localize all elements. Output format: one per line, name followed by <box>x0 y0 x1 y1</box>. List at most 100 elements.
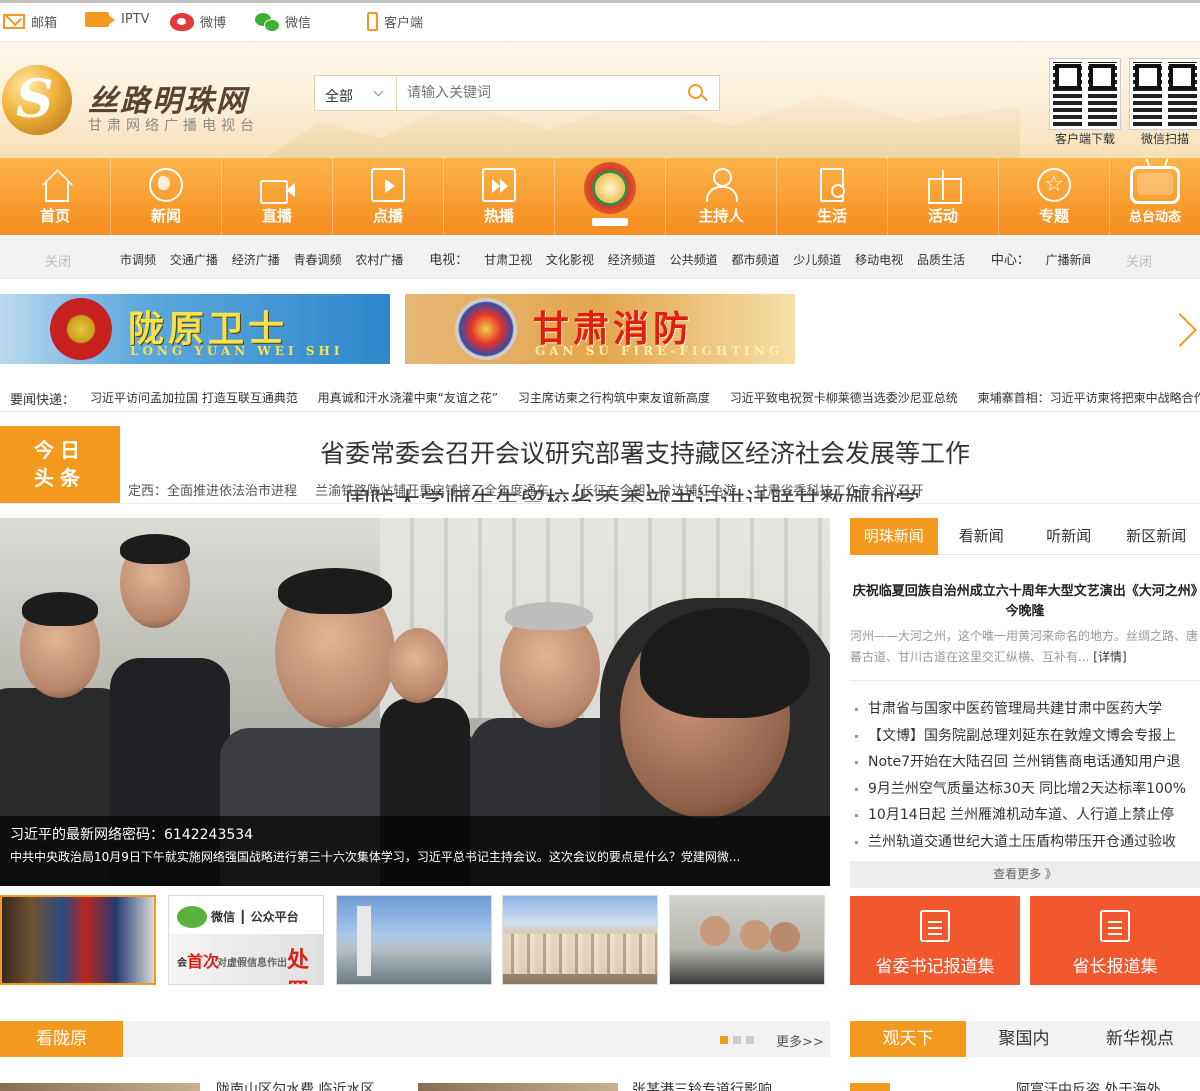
section-longyuan-title[interactable]: 看陇原 <box>0 1021 123 1057</box>
headline-title[interactable]: 省委常委会召开会议研究部署支持藏区经济社会发展等工作 <box>320 434 970 470</box>
nav-life[interactable]: 生活 <box>777 158 888 235</box>
thumbnail-5[interactable] <box>669 895 825 985</box>
quick-news-item[interactable]: 用真诚和汗水浇灌中柬“友谊之花” <box>318 391 514 405</box>
channel-radio-2[interactable]: 交通广播 <box>170 253 228 267</box>
tab-listen-news[interactable]: 听新闻 <box>1025 518 1113 555</box>
thumbnail-1[interactable] <box>0 895 156 985</box>
channel-radio-5[interactable]: 农村广播 <box>355 253 413 267</box>
carousel-dot[interactable] <box>746 1036 754 1044</box>
channel-radio-1[interactable]: 市调频 <box>120 253 166 267</box>
channel-tv-3[interactable]: 经济频道 <box>608 253 666 267</box>
weibo-link[interactable]: 微博 <box>170 12 226 31</box>
nav-gansu-emblem[interactable] <box>555 158 666 235</box>
carousel-dot[interactable] <box>733 1036 741 1044</box>
site-header: S 丝路明珠网 甘肃网络广播电视台 全部 客户端下载 微信扫描 <box>0 42 1200 158</box>
section-thumbnail[interactable] <box>850 1083 890 1091</box>
tab-newarea-news[interactable]: 新区新闻 <box>1113 518 1200 555</box>
mail-link[interactable]: 邮箱 <box>3 12 57 31</box>
quick-news-item[interactable]: 柬埔寨首相：习近平访柬将把柬中战略合作 <box>978 391 1200 405</box>
quick-news-item[interactable]: 习主席访柬之行构筑中柬友谊新高度 <box>518 391 726 405</box>
channel-radio-4[interactable]: 青春调频 <box>294 253 352 267</box>
nav-hot[interactable]: 热播 <box>444 158 555 235</box>
banner-longyuan-weishi[interactable]: 陇原卫士 LONG YUAN WEI SHI <box>0 294 390 364</box>
quick-news-item[interactable]: 习近平访问孟加拉国 打造互联互通典范 <box>90 391 314 405</box>
headline-sub-link[interactable]: 甘肃省委科技工作专会议召开 <box>754 484 937 499</box>
star-icon <box>1037 168 1071 202</box>
channel-close-left-button[interactable]: 关闭 <box>45 251 71 270</box>
nav-home[interactable]: 首页 <box>0 158 111 235</box>
main-slideshow-photo[interactable]: 习近平的最新网络密码：6142243534 中共中央政治局10月9日下午就实施网… <box>0 518 830 886</box>
site-logo[interactable]: S <box>2 65 72 135</box>
channel-tv-5[interactable]: 都市频道 <box>731 253 789 267</box>
headline-sub-link[interactable]: 兰渝铁路陇站辅开重启铺接了全年度通车 <box>315 484 563 499</box>
thumbnail-2[interactable]: 微信 ┃ 公众平台 会 首次 对虚假信息作出 处罚 <box>168 895 324 985</box>
secretary-reports-button[interactable]: 省委书记报道集 <box>850 896 1020 985</box>
gift-icon <box>926 168 962 204</box>
list-item[interactable]: 10月14日起 兰州雁滩机动车道、人行道上禁止停 <box>850 802 1200 829</box>
tab-domestic[interactable]: 聚国内 <box>966 1021 1082 1057</box>
qr-client-label: 客户端下载 <box>1055 132 1116 146</box>
search-input[interactable] <box>397 76 675 110</box>
wechat-link[interactable]: 微信 <box>255 12 311 32</box>
section-more-link[interactable]: 更多>> <box>776 1031 824 1050</box>
feature-news-desc: 河州——大河之州，这个唯一用黄河来命名的地方。丝绸之路、唐蕃古道、甘川古道在这里… <box>850 629 1199 664</box>
section-news-peek[interactable]: 阿富汗中反盗 处于海外 <box>1016 1082 1160 1091</box>
channel-tv-6[interactable]: 少儿频道 <box>793 253 851 267</box>
channel-tv-8[interactable]: 品质生活 <box>917 253 975 267</box>
channel-tv-1[interactable]: 甘肃卫视 <box>484 253 542 267</box>
nav-vod[interactable]: 点播 <box>333 158 444 235</box>
channel-close-right-button[interactable]: 关闭 <box>1126 251 1152 270</box>
qr-wechat-icon <box>1129 58 1200 130</box>
list-item[interactable]: Note7开始在大陆召回 兰州销售商电话通知用户退 <box>850 749 1200 776</box>
section-thumbnail[interactable] <box>418 1083 618 1091</box>
tab-xinhua[interactable]: 新华视点 <box>1082 1021 1198 1057</box>
section-world-tabs: 观天下 聚国内 新华视点 <box>850 1021 1200 1057</box>
list-item[interactable]: 9月兰州空气质量达标30天 同比增2天达标率100% <box>850 776 1200 803</box>
thumbnail-4[interactable] <box>502 895 658 985</box>
feature-details-link[interactable]: [详情] <box>1093 650 1126 664</box>
list-item[interactable]: 兰州轨道交通世纪大道土压盾构带压开仓通过验收 <box>850 829 1200 856</box>
search-category-select[interactable]: 全部 <box>315 76 397 110</box>
headline-sub-link[interactable]: 定西：全面推进依法治市进程 <box>128 484 311 499</box>
search-icon[interactable] <box>675 76 719 110</box>
nav-events[interactable]: 活动 <box>888 158 999 235</box>
tab-mingzhu-news[interactable]: 明珠新闻 <box>850 518 938 555</box>
quick-news-bar: 要闻快递： 习近平访问孟加拉国 打造互联互通典范 用真诚和汗水浇灌中柬“友谊之花… <box>0 380 1200 412</box>
tab-watch-news[interactable]: 看新闻 <box>938 518 1026 555</box>
carousel-dots <box>720 1036 754 1044</box>
quick-news-item[interactable]: 习近平致电祝贺卡柳莱德当选委沙尼亚总统 <box>730 391 974 405</box>
section-news-peek[interactable]: 张某港三铃专道行影响 <box>632 1082 772 1091</box>
nav-topics[interactable]: 专题 <box>999 158 1110 235</box>
nav-hosts[interactable]: 主持人 <box>666 158 777 235</box>
carousel-dot[interactable] <box>720 1036 728 1044</box>
photo-hair <box>22 592 98 626</box>
banner-next-arrow-icon[interactable] <box>1182 308 1196 348</box>
channel-strip: 关闭 市调频 交通广播 经济广播 青春调频 农村广播 电视： 甘肃卫视 文化影视… <box>0 235 1200 279</box>
headline-sub-link[interactable]: 【长征在今朝】哈达铺红色游 <box>567 484 750 499</box>
photo-face <box>388 628 448 703</box>
client-link[interactable]: 客户端 <box>367 12 423 31</box>
iptv-link[interactable]: IPTV <box>85 12 150 27</box>
tab-world[interactable]: 观天下 <box>850 1021 966 1057</box>
nav-station-news[interactable]: 总台动态 <box>1110 158 1200 235</box>
thumbnail-3[interactable] <box>336 895 492 985</box>
section-news-peek[interactable]: 陇南山区勾水费 临近水区 <box>216 1082 374 1091</box>
nav-news[interactable]: 新闻 <box>111 158 222 235</box>
banner-gansu-fire[interactable]: 甘肃消防 GAN SU FIRE-FIGHTING <box>405 294 795 364</box>
fast-forward-icon <box>482 168 516 202</box>
channel-radio-3[interactable]: 经济广播 <box>232 253 290 267</box>
list-item[interactable]: 【文博】国务院副总理刘延东在敦煌文博会专报上 <box>850 723 1200 750</box>
tv-icon <box>1130 166 1180 204</box>
photo-hair <box>120 534 190 564</box>
section-thumbnail[interactable] <box>0 1083 200 1091</box>
governor-reports-button[interactable]: 省长报道集 <box>1030 896 1200 985</box>
channel-tv-2[interactable]: 文化影视 <box>546 253 604 267</box>
channel-tv-4[interactable]: 公共频道 <box>670 253 728 267</box>
feature-news-title[interactable]: 庆祝临夏回族自治州成立六十周年大型文艺演出《大河之州》今晚隆 <box>850 582 1200 622</box>
headline-sub-links: 定西：全面推进依法治市进程 兰渝铁路陇站辅开重启铺接了全年度通车 【长征在今朝】… <box>128 480 1008 499</box>
view-more-button[interactable]: 查看更多 》 <box>850 861 1200 888</box>
nav-live[interactable]: 直播 <box>222 158 333 235</box>
channel-center-1[interactable]: 广播新闻 <box>1046 253 1090 267</box>
channel-tv-7[interactable]: 移动电视 <box>855 253 913 267</box>
list-item[interactable]: 甘肃省与国家中医药管理局共建甘肃中医药大学 <box>850 696 1200 723</box>
